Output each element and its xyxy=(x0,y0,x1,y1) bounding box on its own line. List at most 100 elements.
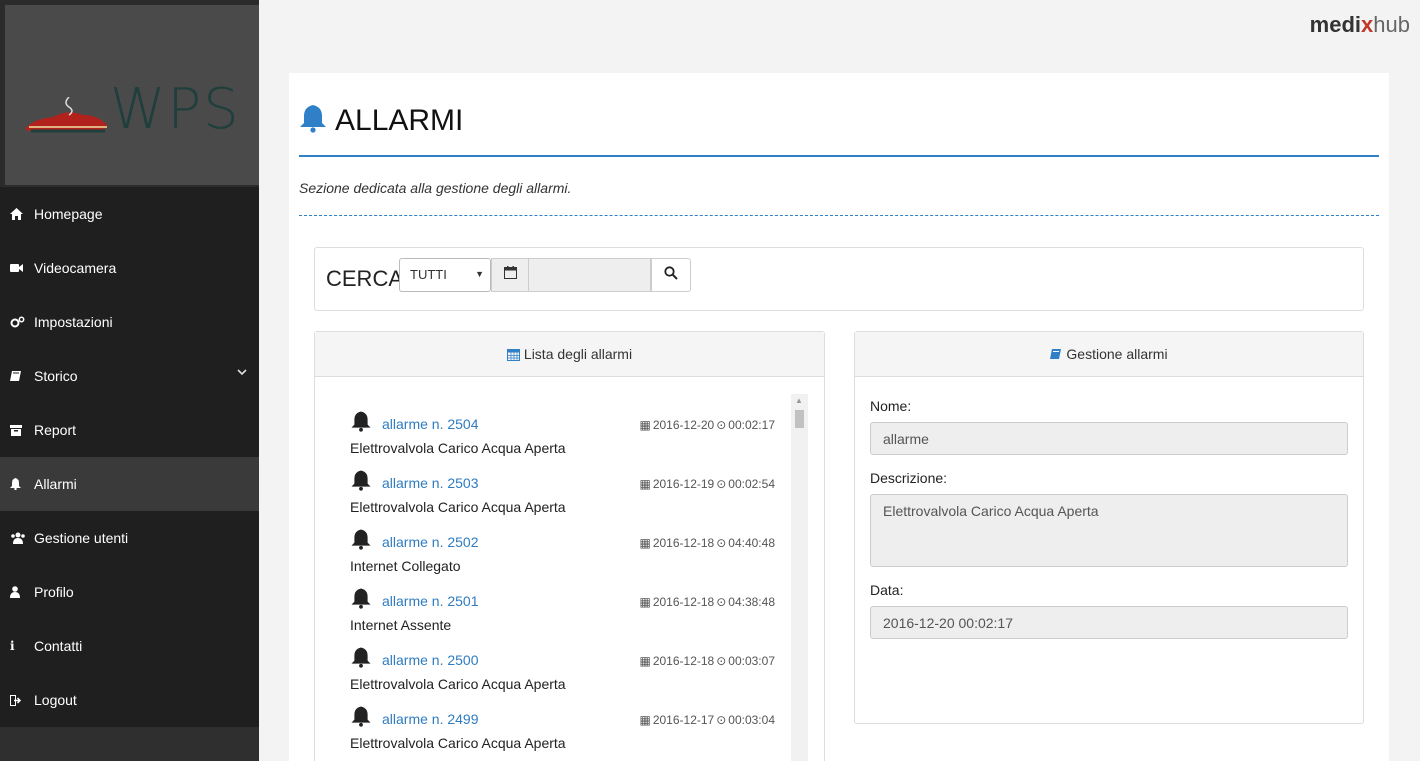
alarm-time: 04:38:48 xyxy=(728,595,775,609)
bell-icon xyxy=(350,587,372,614)
alarm-link[interactable]: allarme n. 2501 xyxy=(382,593,479,609)
alarm-date: 2016-12-19 xyxy=(652,477,715,491)
bell-icon xyxy=(350,528,372,555)
bell-icon xyxy=(350,646,372,673)
sidebar-item-report[interactable]: Report xyxy=(0,403,259,457)
alarm-timestamp: ▦ 2016-12-20 ⊙ 00:02:17 xyxy=(639,418,775,432)
alarm-time: 04:40:48 xyxy=(728,536,775,550)
list-item[interactable]: allarme n. 2500 ▦ 2016-12-18 ⊙ 00:03:07 El… xyxy=(350,646,775,705)
alarm-date: 2016-12-17 xyxy=(652,713,715,727)
alarm-date: 2016-12-18 xyxy=(652,595,715,609)
sidebar-item-contatti[interactable]: i Contatti xyxy=(0,619,259,673)
clock-icon: ⊙ xyxy=(716,595,727,609)
bell-icon xyxy=(299,103,327,138)
alarm-timestamp: ▦ 2016-12-19 ⊙ 00:02:54 xyxy=(639,477,775,491)
scrollbar-thumb[interactable] xyxy=(795,410,804,428)
sidebar-item-impostazioni[interactable]: Impostazioni xyxy=(0,295,259,349)
alarm-list-panel: Lista degli allarmi allarme n. 2504 ▦ 201… xyxy=(314,331,825,761)
alarm-list-scrollbar[interactable]: ▲ xyxy=(791,394,808,761)
sidebar-footer xyxy=(0,727,259,761)
sidebar-item-label: Videocamera xyxy=(34,260,117,276)
calendar-button[interactable] xyxy=(491,258,529,292)
list-item[interactable]: allarme n. 2503 ▦ 2016-12-19 ⊙ 00:02:54 El… xyxy=(350,469,775,528)
sidebar-item-gestione-utenti[interactable]: Gestione utenti xyxy=(0,511,259,565)
sidebar-item-allarmi[interactable]: Allarmi xyxy=(0,457,259,511)
logo: WPS xyxy=(5,5,259,185)
sidebar-item-label: Logout xyxy=(34,692,77,708)
calendar-icon xyxy=(506,348,520,361)
sidebar-item-label: Profilo xyxy=(34,584,74,600)
info-icon: i xyxy=(10,639,15,653)
sidebar-item-profilo[interactable]: Profilo xyxy=(0,565,259,619)
alarm-management-panel: Gestione allarmi Nome: allarme Descrizio… xyxy=(854,331,1364,724)
sidebar-item-label: Storico xyxy=(34,368,78,384)
alarm-description: Elettrovalvola Carico Acqua Aperta xyxy=(350,735,566,751)
scroll-up-icon[interactable]: ▲ xyxy=(795,396,803,405)
brand-part-1: medi xyxy=(1309,12,1362,37)
sidebar: WPS Homepage Videocamera Impostazioni St… xyxy=(0,0,259,761)
sidebar-item-label: Homepage xyxy=(34,206,103,222)
sign-out-icon xyxy=(10,694,28,706)
bell-icon xyxy=(350,410,372,437)
page-header: ALLARMI xyxy=(299,103,463,138)
data-field[interactable]: 2016-12-20 00:02:17 xyxy=(870,606,1348,639)
chevron-down-icon[interactable] xyxy=(237,367,247,379)
brand-part-2: x xyxy=(1361,12,1374,37)
calendar-icon: ▦ xyxy=(639,536,651,550)
list-item[interactable]: allarme n. 2504 ▦ 2016-12-20 ⊙ 00:02:17 El… xyxy=(350,410,775,469)
search-label: CERCA xyxy=(326,266,404,291)
alarm-description: Internet Collegato xyxy=(350,558,461,574)
alarm-description: Elettrovalvola Carico Acqua Aperta xyxy=(350,440,566,456)
alarm-date: 2016-12-18 xyxy=(652,654,715,668)
clock-icon: ⊙ xyxy=(716,713,727,727)
search-bar: CERCA TUTTI ▼ xyxy=(314,247,1364,311)
calendar-icon xyxy=(503,266,517,284)
brand-part-3: hub xyxy=(1373,12,1410,37)
archive-icon xyxy=(10,424,28,436)
sidebar-nav: Homepage Videocamera Impostazioni Storic… xyxy=(0,187,259,727)
descrizione-field[interactable]: Elettrovalvola Carico Acqua Aperta xyxy=(870,494,1348,567)
filter-select[interactable]: TUTTI ▼ xyxy=(399,258,491,292)
home-icon xyxy=(10,208,28,220)
sidebar-item-logout[interactable]: Logout xyxy=(0,673,259,727)
alarm-management-title: Gestione allarmi xyxy=(1066,346,1168,362)
search-button[interactable] xyxy=(651,258,691,292)
alarm-time: 00:03:04 xyxy=(728,713,775,727)
alarm-link[interactable]: allarme n. 2503 xyxy=(382,475,479,491)
calendar-icon: ▦ xyxy=(639,595,651,609)
users-icon xyxy=(10,532,28,544)
brand-logo: medixhub xyxy=(1310,12,1410,38)
alarm-link[interactable]: allarme n. 2500 xyxy=(382,652,479,668)
nome-label: Nome: xyxy=(870,398,912,414)
book-icon xyxy=(10,370,28,382)
sidebar-item-homepage[interactable]: Homepage xyxy=(0,187,259,241)
alarm-timestamp: ▦ 2016-12-17 ⊙ 00:03:04 xyxy=(639,713,775,727)
alarm-list-header: Lista degli allarmi xyxy=(315,332,824,377)
alarm-link[interactable]: allarme n. 2504 xyxy=(382,416,479,432)
dashed-divider xyxy=(299,215,1379,216)
calendar-icon: ▦ xyxy=(639,654,651,668)
alarm-link[interactable]: allarme n. 2499 xyxy=(382,711,479,727)
clock-icon: ⊙ xyxy=(716,477,727,491)
caret-down-icon: ▼ xyxy=(475,269,484,279)
sidebar-item-storico[interactable]: Storico xyxy=(0,349,259,403)
clock-icon: ⊙ xyxy=(716,418,727,432)
main-content: ALLARMI Sezione dedicata alla gestione d… xyxy=(289,73,1389,761)
page-subtitle: Sezione dedicata alla gestione degli all… xyxy=(299,180,572,196)
list-item[interactable]: allarme n. 2501 ▦ 2016-12-18 ⊙ 04:38:48 In… xyxy=(350,587,775,646)
calendar-icon: ▦ xyxy=(639,418,651,432)
calendar-icon: ▦ xyxy=(639,477,651,491)
book-icon xyxy=(1050,348,1062,360)
search-icon xyxy=(664,265,678,285)
bell-icon xyxy=(10,478,28,490)
page-title: ALLARMI xyxy=(335,103,464,137)
list-item[interactable]: allarme n. 2499 ▦ 2016-12-17 ⊙ 00:03:04 El… xyxy=(350,705,775,761)
nome-field[interactable]: allarme xyxy=(870,422,1348,455)
alarm-link[interactable]: allarme n. 2502 xyxy=(382,534,479,550)
sidebar-item-videocamera[interactable]: Videocamera xyxy=(0,241,259,295)
date-input[interactable] xyxy=(529,258,651,292)
alarm-timestamp: ▦ 2016-12-18 ⊙ 04:40:48 xyxy=(639,536,775,550)
alarm-time: 00:03:07 xyxy=(728,654,775,668)
alarm-date: 2016-12-18 xyxy=(652,536,715,550)
list-item[interactable]: allarme n. 2502 ▦ 2016-12-18 ⊙ 04:40:48 In… xyxy=(350,528,775,587)
